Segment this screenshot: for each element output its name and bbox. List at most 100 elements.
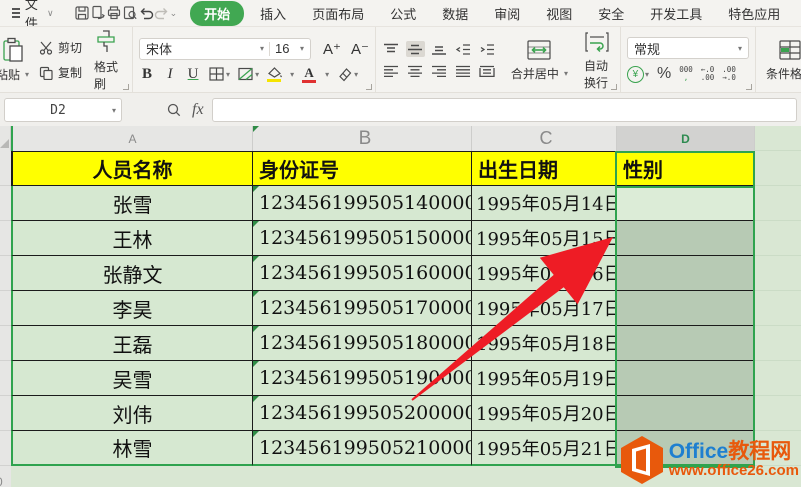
clear-format-button[interactable]: ▾ — [336, 66, 358, 82]
grow-font-button[interactable]: A⁺ — [323, 40, 341, 58]
cell-id-number[interactable]: 123456199505200000 — [253, 396, 472, 431]
redo-button[interactable] — [154, 3, 170, 23]
fill-color-button[interactable] — [266, 67, 282, 82]
column-header-e[interactable] — [755, 126, 801, 151]
ribbon-tab-8[interactable]: 开发工具 — [640, 1, 712, 26]
cell-name[interactable]: 吴雪 — [11, 361, 253, 396]
undo-button[interactable] — [138, 3, 154, 23]
cell-id-number[interactable]: 123456199505170000 — [253, 291, 472, 326]
cell-gender[interactable] — [617, 291, 755, 326]
cell-empty[interactable] — [755, 256, 801, 291]
row-header-8[interactable]: 8 — [0, 396, 11, 431]
ribbon-tab-5[interactable]: 审阅 — [484, 1, 530, 26]
copy-button[interactable]: 复制 — [39, 64, 82, 81]
increase-indent-button[interactable] — [478, 41, 497, 57]
cell-empty[interactable] — [755, 151, 801, 186]
ribbon-tab-7[interactable]: 安全 — [588, 1, 634, 26]
thousands-format-button[interactable]: 000 , — [679, 66, 693, 83]
cell-gender[interactable] — [617, 256, 755, 291]
cell-empty[interactable] — [755, 291, 801, 326]
wrap-text-button[interactable]: 自动换行 — [580, 30, 614, 91]
decrease-decimal-button[interactable]: .00 →.0 — [722, 66, 736, 83]
font-name-select[interactable]: 宋体 ▾ 16 ▾ — [139, 38, 311, 60]
ribbon-tab-2[interactable]: 页面布局 — [302, 1, 374, 26]
export-button[interactable] — [90, 3, 106, 23]
name-box[interactable]: D2 ▾ — [4, 98, 122, 122]
row-header-5[interactable]: 5 — [0, 291, 11, 326]
cell-empty[interactable] — [755, 326, 801, 361]
cell-gender[interactable] — [617, 326, 755, 361]
cell-empty[interactable] — [755, 221, 801, 256]
cut-button[interactable]: 剪切 — [39, 39, 82, 56]
cell-id-number[interactable]: 123456199505140000 — [253, 186, 472, 221]
cell-empty[interactable] — [755, 396, 801, 431]
column-header-b[interactable]: B — [253, 126, 472, 151]
cell-birth-date[interactable]: 1995年05月15日 — [472, 221, 617, 256]
cell-id-number[interactable]: 123456199505160000 — [253, 256, 472, 291]
select-all-corner[interactable] — [0, 126, 11, 151]
borders-button[interactable]: ▾ — [208, 66, 230, 82]
row-header-1[interactable]: 1 — [0, 151, 11, 186]
row-header-6[interactable]: 6 — [0, 326, 11, 361]
align-center-button[interactable] — [406, 63, 425, 79]
cell-gender[interactable] — [617, 396, 755, 431]
cell-birth-date[interactable]: 1995年05月18日 — [472, 326, 617, 361]
column-header-d-selected[interactable]: D — [617, 126, 755, 151]
cell-id-number[interactable]: 123456199505180000 — [253, 326, 472, 361]
decrease-indent-button[interactable] — [454, 41, 473, 57]
align-top-button[interactable] — [382, 41, 401, 57]
cell-name[interactable]: 张雪 — [11, 186, 253, 221]
ribbon-tab-9[interactable]: 特色应用 — [718, 1, 790, 26]
cell-birth-date[interactable]: 1995年05月14日 — [472, 186, 617, 221]
ribbon-tab-3[interactable]: 公式 — [380, 1, 426, 26]
font-color-button[interactable]: A — [301, 66, 317, 83]
quick-access-customize-button[interactable]: ⌄ — [170, 3, 178, 23]
cell-name[interactable]: 王林 — [11, 221, 253, 256]
align-middle-button[interactable] — [406, 41, 425, 57]
conditional-format-button[interactable]: 条件格式 — [762, 38, 801, 82]
cell-id-number[interactable]: 123456199505150000 — [253, 221, 472, 256]
cell-name[interactable]: 林雪 — [11, 431, 253, 466]
cell-gender[interactable] — [617, 221, 755, 256]
align-bottom-button[interactable] — [430, 41, 449, 57]
format-painter-button[interactable]: 格式刷 — [90, 29, 122, 92]
cell-id-number[interactable]: 123456199505210000 — [253, 431, 472, 466]
save-button[interactable] — [74, 3, 90, 23]
formula-input[interactable] — [212, 98, 797, 122]
ribbon-tab-0[interactable]: 开始 — [190, 1, 244, 26]
cell-empty[interactable] — [755, 361, 801, 396]
cell-shading-button[interactable]: ▾ — [237, 66, 259, 82]
increase-decimal-button[interactable]: ←.0 .00 — [701, 66, 715, 83]
print-button[interactable] — [106, 3, 122, 23]
percent-format-button[interactable]: % — [657, 65, 671, 83]
cell-birth-date[interactable]: 1995年05月20日 — [472, 396, 617, 431]
justify-button[interactable] — [454, 63, 473, 79]
row-header-3[interactable]: 3 — [0, 221, 11, 256]
cell-birth-date[interactable]: 1995年05月19日 — [472, 361, 617, 396]
row-header-9[interactable]: 9 — [0, 431, 11, 466]
cell-empty[interactable] — [755, 186, 801, 221]
header-cell-name[interactable]: 人员名称 — [11, 151, 253, 186]
column-header-c[interactable]: C — [472, 126, 617, 151]
cell-name[interactable]: 李昊 — [11, 291, 253, 326]
zoom-formula-button[interactable] — [166, 102, 182, 118]
align-right-button[interactable] — [430, 63, 449, 79]
row-header-10[interactable]: 10 — [0, 466, 11, 487]
italic-button[interactable]: I — [162, 66, 178, 83]
merge-center-button[interactable]: 合并居中▾ — [507, 38, 572, 82]
cell-gender-active[interactable] — [617, 186, 755, 221]
cell-birth-date[interactable]: 1995年05月17日 — [472, 291, 617, 326]
row-header-4[interactable]: 4 — [0, 256, 11, 291]
distribute-button[interactable] — [478, 63, 497, 79]
ribbon-tab-6[interactable]: 视图 — [536, 1, 582, 26]
bold-button[interactable]: B — [139, 66, 155, 83]
row-header-7[interactable]: 7 — [0, 361, 11, 396]
underline-button[interactable]: U — [185, 66, 201, 83]
ribbon-tab-1[interactable]: 插入 — [250, 1, 296, 26]
cell-name[interactable]: 刘伟 — [11, 396, 253, 431]
cell-id-number[interactable]: 123456199505190000 — [253, 361, 472, 396]
align-left-button[interactable] — [382, 63, 401, 79]
ribbon-tab-4[interactable]: 数据 — [432, 1, 478, 26]
cell-gender[interactable] — [617, 361, 755, 396]
cell-name[interactable]: 王磊 — [11, 326, 253, 361]
